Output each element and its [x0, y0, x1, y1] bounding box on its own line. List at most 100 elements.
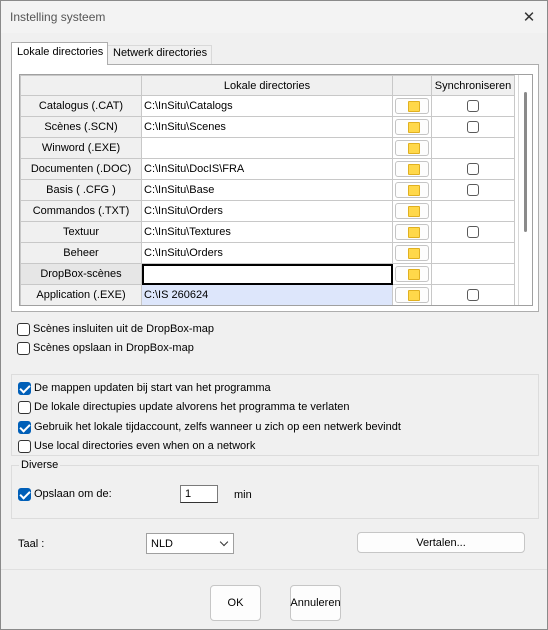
folder-icon: [408, 164, 420, 175]
browse-folder-button[interactable]: [395, 119, 429, 135]
checkbox-update-before-exit[interactable]: [18, 400, 31, 414]
option-autosave[interactable]: Opslaan om de:: [18, 486, 112, 502]
browse-cell: [392, 242, 432, 264]
path-column-header: Lokale directories: [141, 75, 393, 96]
browse-cell: [392, 263, 432, 285]
row-header[interactable]: Beheer: [20, 242, 142, 264]
close-icon[interactable]: ✕: [515, 3, 543, 31]
path-cell[interactable]: C:\InSitu\Base: [141, 179, 393, 201]
chevron-down-icon: [219, 537, 229, 547]
folder-icon: [408, 101, 420, 112]
browse-folder-button[interactable]: [395, 161, 429, 177]
corner-header: [20, 75, 142, 96]
sync-checkbox[interactable]: [467, 100, 479, 112]
sync-cell: [431, 200, 515, 222]
ok-button[interactable]: OK: [210, 585, 261, 621]
row-header[interactable]: Textuur: [20, 221, 142, 243]
option-include-dropbox[interactable]: Scènes insluiten uit de DropBox-map: [17, 321, 214, 337]
browse-folder-button[interactable]: [395, 245, 429, 261]
folder-icon: [408, 290, 420, 301]
grid-scrollbar[interactable]: [518, 75, 532, 305]
option-save-dropbox[interactable]: Scènes opslaan in DropBox-map: [17, 340, 194, 356]
folder-icon: [408, 269, 420, 280]
path-cell[interactable]: [141, 263, 393, 285]
path-cell[interactable]: C:\InSitu\Catalogs: [141, 95, 393, 117]
checkbox-save-dropbox[interactable]: [17, 341, 30, 355]
sync-cell: [431, 284, 515, 305]
checkbox-local-time-account[interactable]: [18, 420, 31, 434]
path-cell[interactable]: C:\InSitu\Textures: [141, 221, 393, 243]
row-header[interactable]: DropBox-scènes: [20, 263, 142, 285]
browse-folder-button[interactable]: [395, 182, 429, 198]
browse-folder-button[interactable]: [395, 203, 429, 219]
browse-folder-button[interactable]: [395, 287, 429, 303]
table-row: Catalogus (.CAT) C:\InSitu\Catalogs: [20, 95, 525, 117]
path-cell[interactable]: [141, 137, 393, 159]
diverse-group: Diverse Opslaan om de: 1 min: [11, 459, 539, 519]
autosave-unit: min: [234, 489, 252, 501]
browse-folder-button[interactable]: [395, 224, 429, 240]
path-cell[interactable]: C:\InSitu\Orders: [141, 200, 393, 222]
path-cell[interactable]: C:\InSitu\Scenes: [141, 116, 393, 138]
option-update-on-start[interactable]: De mappen updaten bij start van het prog…: [18, 380, 271, 396]
checkbox-use-local-dirs[interactable]: [18, 439, 31, 453]
path-cell[interactable]: C:\InSitu\Orders: [141, 242, 393, 264]
language-label: Taal :: [18, 538, 45, 550]
sync-checkbox[interactable]: [467, 289, 479, 301]
directories-grid: Lokale directories Synchroniseren Catalo…: [19, 74, 533, 306]
option-update-before-exit[interactable]: De lokale directupies update alvorens he…: [18, 399, 350, 415]
sync-cell: [431, 95, 515, 117]
row-header[interactable]: Documenten (.DOC): [20, 158, 142, 180]
browse-cell: [392, 200, 432, 222]
option-label: De mappen updaten bij start van het prog…: [34, 382, 271, 394]
grid-header-row: Lokale directories Synchroniseren: [20, 75, 525, 96]
translate-button[interactable]: Vertalen...: [357, 532, 525, 553]
scrollbar-thumb[interactable]: [524, 92, 527, 232]
folder-icon: [408, 122, 420, 133]
folder-icon: [408, 185, 420, 196]
table-row: Documenten (.DOC) C:\InSitu\DocIS\FRA: [20, 158, 525, 180]
autosave-interval-input[interactable]: 1: [180, 485, 218, 503]
row-header[interactable]: Scènes (.SCN): [20, 116, 142, 138]
browse-cell: [392, 116, 432, 138]
browse-folder-button[interactable]: [395, 266, 429, 282]
row-header[interactable]: Winword (.EXE): [20, 137, 142, 159]
sync-cell: [431, 137, 515, 159]
sync-cell: [431, 179, 515, 201]
row-header[interactable]: Basis ( .CFG ): [20, 179, 142, 201]
local-directories-panel: Lokale directories Synchroniseren Catalo…: [11, 64, 539, 312]
language-select[interactable]: NLD: [146, 533, 234, 554]
checkbox-include-dropbox[interactable]: [17, 322, 30, 336]
autosave-label: Opslaan om de:: [34, 488, 112, 500]
cancel-button[interactable]: Annuleren: [290, 585, 341, 621]
row-header[interactable]: Commandos (.TXT): [20, 200, 142, 222]
checkbox-update-on-start[interactable]: [18, 381, 31, 395]
browse-folder-button[interactable]: [395, 140, 429, 156]
table-row: Application (.EXE) C:\IS 260624: [20, 284, 525, 305]
browse-folder-button[interactable]: [395, 98, 429, 114]
folder-icon: [408, 248, 420, 259]
window-title: Instelling systeem: [10, 10, 106, 24]
folder-icon: [408, 143, 420, 154]
browse-cell: [392, 137, 432, 159]
tab-local-directories[interactable]: Lokale directories: [11, 42, 108, 65]
sync-checkbox[interactable]: [467, 184, 479, 196]
table-row: Winword (.EXE): [20, 137, 525, 159]
sync-checkbox[interactable]: [467, 121, 479, 133]
row-header[interactable]: Application (.EXE): [20, 284, 142, 305]
diverse-legend: Diverse: [19, 459, 61, 471]
checkbox-autosave[interactable]: [18, 487, 31, 501]
browse-cell: [392, 158, 432, 180]
option-local-time-account[interactable]: Gebruik het lokale tijdaccount, zelfs wa…: [18, 419, 401, 435]
table-row: Beheer C:\InSitu\Orders: [20, 242, 525, 264]
row-header[interactable]: Catalogus (.CAT): [20, 95, 142, 117]
path-cell[interactable]: C:\IS 260624: [141, 284, 393, 305]
option-label: De lokale directupies update alvorens he…: [34, 401, 350, 413]
sync-checkbox[interactable]: [467, 163, 479, 175]
option-use-local-dirs[interactable]: Use local directories even when on a net…: [18, 438, 255, 454]
sync-checkbox[interactable]: [467, 226, 479, 238]
dialog-footer: OK Annuleren: [1, 569, 547, 629]
tab-network-directories[interactable]: Netwerk directories: [108, 45, 212, 64]
path-cell[interactable]: C:\InSitu\DocIS\FRA: [141, 158, 393, 180]
dropbox-options: Scènes insluiten uit de DropBox-map Scèn…: [11, 314, 539, 359]
